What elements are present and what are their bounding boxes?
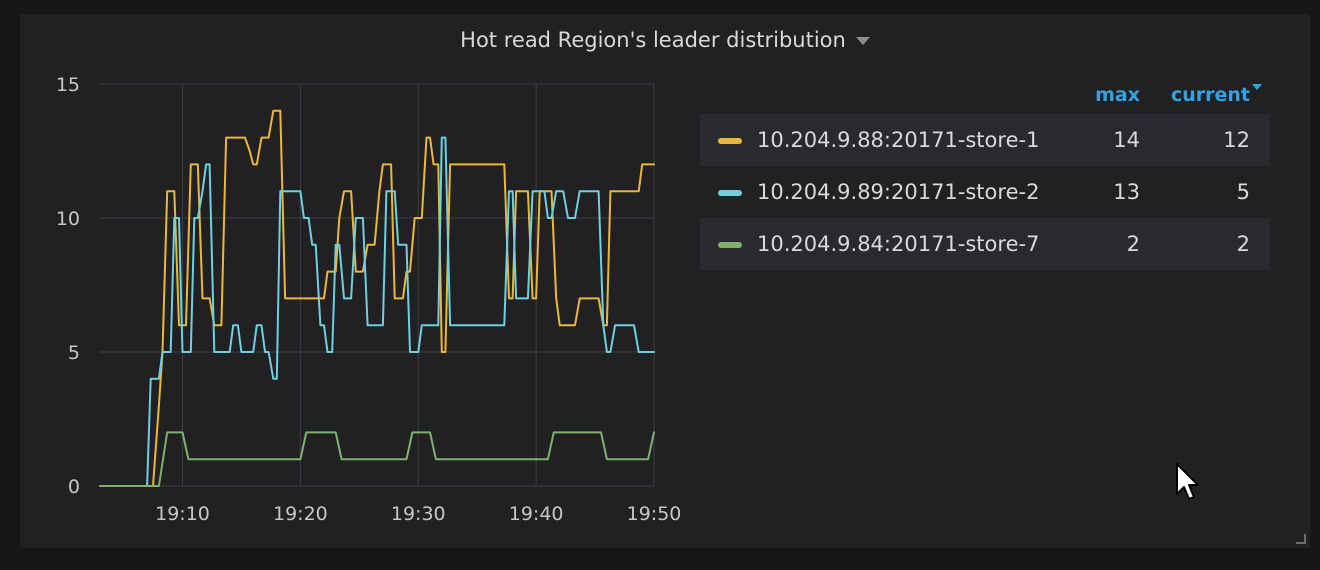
y-tick-label: 15 <box>56 74 80 96</box>
x-tick-label: 19:40 <box>509 503 564 525</box>
series-color-swatch[interactable] <box>718 190 742 196</box>
x-tick-label: 19:30 <box>391 503 446 525</box>
legend-row[interactable]: 10.204.9.84:20171-store-7 2 2 <box>700 218 1270 270</box>
legend-current-value: 5 <box>1236 180 1250 204</box>
resize-handle-icon[interactable] <box>1296 534 1306 544</box>
chart-ticks: 0 5 10 15 19:10 19:20 19:30 19:40 19:50 <box>56 74 682 525</box>
legend-col-max[interactable]: max <box>1095 84 1140 106</box>
legend-series-name[interactable]: 10.204.9.89:20171-store-2 <box>757 166 1039 218</box>
series-color-swatch[interactable] <box>718 138 742 144</box>
y-tick-label: 5 <box>68 342 80 364</box>
sort-desc-icon <box>1252 84 1262 90</box>
y-tick-label: 10 <box>56 208 80 230</box>
y-tick-label: 0 <box>68 476 80 498</box>
mouse-pointer-icon <box>1176 463 1199 500</box>
line-chart[interactable]: 0 5 10 15 19:10 19:20 19:30 19:40 19:50 <box>20 14 700 548</box>
chart-grid <box>100 83 655 487</box>
legend-max-value: 13 <box>1113 180 1140 204</box>
legend-max-value: 2 <box>1126 232 1140 256</box>
x-tick-label: 19:10 <box>155 503 210 525</box>
series-color-swatch[interactable] <box>718 242 742 248</box>
graph-panel: Hot read Region's leader distribution 05… <box>20 14 1310 548</box>
legend-current-value: 2 <box>1236 232 1250 256</box>
legend-series-name[interactable]: 10.204.9.88:20171-store-1 <box>757 114 1039 166</box>
legend-current-value: 12 <box>1223 128 1250 152</box>
legend-table: max current 10.204.9.88:20171-store-1 14 1… <box>700 84 1270 270</box>
chevron-down-icon[interactable] <box>855 37 870 45</box>
legend-max-value: 14 <box>1113 128 1140 152</box>
legend-row[interactable]: 10.204.9.88:20171-store-1 14 12 <box>700 114 1270 166</box>
legend-col-current-label[interactable]: current <box>1171 84 1250 106</box>
legend-series-name[interactable]: 10.204.9.84:20171-store-7 <box>757 218 1039 270</box>
x-tick-label: 19:20 <box>273 503 328 525</box>
legend-col-current[interactable]: current <box>1171 84 1262 106</box>
legend-row[interactable]: 10.204.9.89:20171-store-2 13 5 <box>700 166 1270 218</box>
legend-rows: 10.204.9.88:20171-store-1 14 12 10.204.9.89… <box>700 114 1270 270</box>
legend-header: max current <box>700 84 1270 114</box>
x-tick-label: 19:50 <box>627 503 682 525</box>
